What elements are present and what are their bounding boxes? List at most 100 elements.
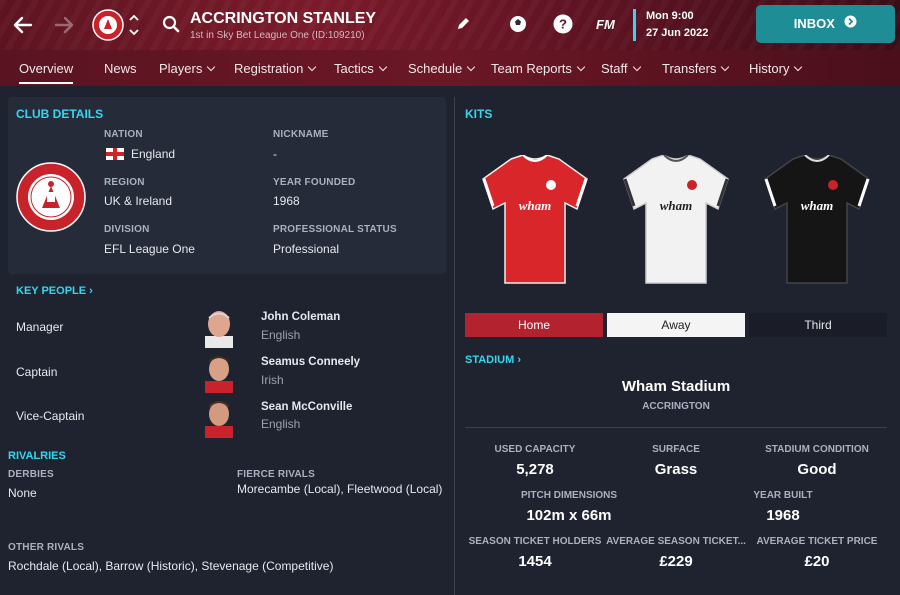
search-icon[interactable] — [162, 15, 180, 33]
season-ticket-holders-value: 1454 — [518, 553, 552, 570]
condition-label: STADIUM CONDITION — [765, 444, 869, 455]
region-value: UK & Ireland — [104, 194, 173, 208]
year-founded-label: YEAR FOUNDED — [273, 177, 356, 188]
captain-nationality: Irish — [261, 373, 284, 387]
home-kit-shirt[interactable]: wham — [481, 154, 589, 285]
chevron-down-icon — [576, 62, 586, 72]
fm-menu-button[interactable]: FM — [596, 17, 615, 32]
tab-transfers[interactable]: Transfers — [662, 61, 730, 76]
tab-registration[interactable]: Registration — [234, 61, 317, 76]
nickname-value: - — [273, 147, 277, 161]
tab-players[interactable]: Players — [159, 61, 216, 76]
continue-arrow-icon — [844, 5, 857, 43]
pitch-dimensions-value: 102m x 66m — [526, 507, 612, 524]
nation-value[interactable]: England — [131, 147, 175, 161]
surface-value: Grass — [654, 461, 698, 478]
game-time: Mon 9:00 — [646, 10, 694, 22]
season-ticket-holders-label: SEASON TICKET HOLDERS — [468, 536, 602, 547]
stadium-city: ACCRINGTON — [642, 401, 710, 412]
chevron-down-icon — [308, 62, 317, 72]
other-rivals-value[interactable]: Rochdale (Local), Barrow (Historic), Ste… — [8, 559, 333, 573]
nickname-label: NICKNAME — [273, 129, 329, 140]
manager-name[interactable]: John Coleman — [261, 311, 340, 323]
tab-news[interactable]: News — [104, 61, 137, 76]
chevron-down-icon — [794, 62, 803, 72]
year-built-label: YEAR BUILT — [753, 490, 813, 501]
back-arrow-icon[interactable] — [12, 14, 34, 36]
help-icon[interactable]: ? — [553, 14, 573, 34]
condition-value: Good — [797, 461, 837, 478]
avg-ticket-price-label: AVERAGE TICKET PRICE — [756, 536, 878, 547]
chevron-down-icon — [466, 62, 476, 72]
kits-heading: KITS — [465, 107, 493, 121]
surface-label: SURFACE — [652, 444, 700, 455]
club-crest-small[interactable] — [92, 9, 124, 41]
forward-arrow-icon[interactable] — [53, 14, 75, 36]
manager-nationality: English — [261, 328, 301, 342]
sponsor-text: wham — [519, 198, 552, 213]
inbox-label: INBOX — [793, 16, 835, 32]
chevron-right-icon: › — [89, 285, 93, 297]
chevron-down-icon — [207, 62, 216, 72]
pitch-dimensions-label: PITCH DIMENSIONS — [520, 490, 618, 501]
tab-overview[interactable]: Overview — [19, 61, 74, 84]
used-capacity-value: 5,278 — [516, 461, 554, 478]
key-people-heading[interactable]: KEY PEOPLE › — [16, 285, 93, 297]
region-label: REGION — [104, 177, 145, 188]
svg-text:?: ? — [559, 17, 567, 32]
derbies-value: None — [8, 486, 37, 500]
chevron-down-icon — [632, 62, 641, 72]
kit-tab-third[interactable]: Third — [749, 313, 887, 337]
sponsor-text: wham — [801, 198, 834, 213]
inbox-button[interactable]: INBOX — [756, 5, 895, 43]
third-kit-shirt[interactable]: wham — [763, 154, 871, 285]
fierce-rivals-label: FIERCE RIVALS — [237, 469, 315, 480]
year-built-value: 1968 — [766, 507, 800, 524]
chevron-down-icon — [721, 62, 730, 72]
used-capacity-label: USED CAPACITY — [494, 444, 576, 455]
division-label: DIVISION — [104, 224, 150, 235]
vice-captain-name[interactable]: Sean McConville — [261, 401, 352, 413]
kit-tab-away[interactable]: Away — [607, 313, 745, 337]
vice-captain-nationality: English — [261, 417, 301, 431]
fierce-rivals-value[interactable]: Morecambe (Local), Fleetwood (Local) — [237, 482, 442, 496]
football-icon[interactable] — [508, 14, 528, 34]
derbies-label: DERBIES — [8, 469, 54, 480]
chevron-right-icon: › — [517, 354, 522, 366]
nation-label: NATION — [104, 129, 143, 140]
avatar[interactable] — [201, 351, 237, 393]
sponsor-text: wham — [660, 198, 693, 213]
away-kit-shirt[interactable]: wham — [622, 154, 730, 285]
other-rivals-label: OTHER RIVALS — [8, 542, 85, 553]
captain-name[interactable]: Seamus Conneely — [261, 356, 360, 368]
division-value[interactable]: EFL League One — [104, 242, 195, 256]
tab-staff[interactable]: Staff — [601, 61, 641, 76]
date-accent-bar — [633, 9, 636, 41]
club-switch-chevrons-icon[interactable] — [128, 12, 140, 38]
rivalries-heading: RIVALRIES — [8, 450, 66, 462]
stadium-divider — [465, 427, 887, 428]
tab-tactics[interactable]: Tactics — [334, 61, 387, 76]
tab-team-reports[interactable]: Team Reports — [491, 61, 586, 76]
pro-status-value: Professional — [273, 242, 340, 256]
kit-tab-home[interactable]: Home — [465, 313, 603, 337]
manager-role: Manager — [16, 320, 64, 334]
avg-ticket-price-value: £20 — [804, 553, 830, 570]
stadium-heading[interactable]: STADIUM › — [465, 354, 521, 366]
club-subtitle: 1st in Sky Bet League One (ID:109210) — [190, 30, 365, 41]
stadium-name: Wham Stadium — [621, 378, 731, 395]
avatar[interactable] — [201, 396, 237, 438]
avg-season-ticket-label: AVERAGE SEASON TICKET... — [606, 536, 746, 547]
tab-schedule[interactable]: Schedule — [408, 61, 476, 76]
club-name: ACCRINGTON STANLEY — [190, 10, 377, 27]
england-flag-icon — [106, 148, 124, 160]
edit-pencil-icon[interactable] — [455, 16, 471, 32]
year-founded-value: 1968 — [273, 194, 300, 208]
tab-history[interactable]: History — [749, 61, 803, 76]
avg-season-ticket-value: £229 — [659, 553, 693, 570]
pro-status-label: PROFESSIONAL STATUS — [273, 224, 397, 235]
avatar[interactable] — [201, 306, 237, 348]
club-details-heading: CLUB DETAILS — [16, 107, 104, 121]
captain-role: Captain — [16, 365, 58, 379]
vice-captain-role: Vice-Captain — [16, 409, 85, 423]
